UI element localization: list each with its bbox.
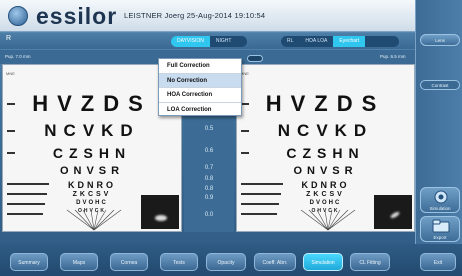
chart-row: HVZDS <box>265 91 386 116</box>
chart-row: HVZDS <box>32 91 152 116</box>
contrast-label: Contrast <box>431 83 449 88</box>
row-marker <box>7 183 49 185</box>
day-night-toggle[interactable]: DAYVISION NIGHT <box>171 36 247 47</box>
simulation-side-label: Simulation <box>429 206 451 211</box>
mode-night[interactable]: NIGHT <box>210 36 238 47</box>
lens-button[interactable]: Lens <box>420 34 460 46</box>
correction-dropdown[interactable]: Full Correction No Correction HOA Correc… <box>158 58 242 116</box>
nav-tests[interactable]: Tests <box>160 253 198 271</box>
row-marker <box>241 203 279 205</box>
row-marker <box>7 203 45 205</box>
app-window: essilor LEISTNER Joerg 25-Aug-2014 19:10… <box>0 0 462 276</box>
simulation-side-button[interactable]: Simulation <box>420 187 460 213</box>
export-button[interactable]: Export <box>420 216 460 242</box>
dropdown-option-loa-correction[interactable]: LOA Correction <box>159 103 241 118</box>
glare-test-panel <box>374 195 412 229</box>
row-marker <box>241 183 283 185</box>
acuity-value: 0.9 <box>204 195 214 201</box>
light-halo <box>155 215 167 221</box>
view-hoa-loa[interactable]: HOA LOA <box>299 36 333 47</box>
nav-coeff-abrr[interactable]: Coeff. Abrr. <box>254 253 296 271</box>
folder-icon <box>432 219 450 233</box>
row-marker <box>241 213 277 215</box>
nav-simulation[interactable]: Simulation <box>303 253 343 271</box>
view-eyechart[interactable]: Eyechart <box>333 36 366 47</box>
chart-row: CZSHN <box>52 145 132 161</box>
chart-row: NCVKD <box>44 121 140 140</box>
row-marker <box>7 103 15 105</box>
row-marker <box>241 193 281 195</box>
mode-day[interactable]: DAYVISION <box>171 36 210 47</box>
contrast-button[interactable]: Contrast <box>420 80 460 90</box>
export-label: Export <box>433 235 447 240</box>
glare-test-panel <box>141 195 179 229</box>
row-marker <box>241 152 249 154</box>
dropdown-option-no-correction[interactable]: No Correction <box>159 73 241 88</box>
chart-row: KDNRO <box>68 180 116 190</box>
nav-opacity[interactable]: Opacity <box>206 253 246 271</box>
chart-row: CZSHN <box>286 145 365 161</box>
acuity-value: 0.0 <box>204 212 214 218</box>
eyechart-left: MNE HVZDS NCVKD CZSHN ONVSR KDNRO ZKCSV … <box>2 64 182 232</box>
row-marker <box>7 193 47 195</box>
essilor-logo-icon <box>8 6 28 26</box>
row-marker <box>241 130 249 132</box>
nav-cl-fitting[interactable]: CL Fitting <box>350 253 390 271</box>
nav-maps[interactable]: Maps <box>60 253 98 271</box>
pupil-size-left: Pup. 7.0 mm <box>5 54 31 59</box>
row-marker <box>241 103 249 105</box>
view-rl[interactable]: RL <box>281 36 299 47</box>
header-bar: essilor LEISTNER Joerg 25-Aug-2014 19:10… <box>0 0 415 32</box>
dropdown-option-hoa-correction[interactable]: HOA Correction <box>159 88 241 103</box>
acuity-value: 0.5 <box>204 126 214 132</box>
session-info: LEISTNER Joerg 25-Aug-2014 19:10:54 <box>124 11 266 20</box>
acuity-value: 0.6 <box>204 148 214 154</box>
dropdown-option-full-correction[interactable]: Full Correction <box>159 59 241 74</box>
lens-label: Lens <box>435 38 445 43</box>
app-logo: essilor <box>36 3 118 29</box>
radial-fan-pattern <box>300 209 356 231</box>
chart-row: ONVSR <box>59 165 125 177</box>
radial-fan-pattern <box>66 209 122 231</box>
eye-icon <box>434 190 448 204</box>
row-marker <box>7 213 43 215</box>
acuity-value: 0.8 <box>204 186 214 192</box>
right-side-panel: Lens Contrast Simulation Export <box>415 0 462 276</box>
light-halo <box>389 210 401 220</box>
pupil-size-right: Pup. 6.5 mm <box>380 54 406 59</box>
comparison-toggle[interactable] <box>247 55 263 62</box>
eye-indicator[interactable]: R <box>6 35 11 42</box>
nav-exit[interactable]: Exit <box>420 253 456 271</box>
chart-row: NCVKD <box>277 121 374 140</box>
nav-cornea[interactable]: Cornea <box>110 253 148 271</box>
acuity-value: 0.7 <box>204 165 214 171</box>
view-toggle[interactable]: RL HOA LOA Eyechart <box>281 36 399 47</box>
nav-summary[interactable]: Summary <box>10 253 48 271</box>
eyechart-right: MNE HVZDS NCVKD CZSHN ONVSR KDNRO ZKCSV … <box>236 64 415 232</box>
row-marker <box>7 152 15 154</box>
chart-row: ONVSR <box>293 165 358 177</box>
chart-row: KDNRO <box>301 180 350 190</box>
acuity-value: 0.8 <box>204 176 214 182</box>
chart-corner-label: MNE <box>6 71 15 76</box>
row-marker <box>7 130 15 132</box>
